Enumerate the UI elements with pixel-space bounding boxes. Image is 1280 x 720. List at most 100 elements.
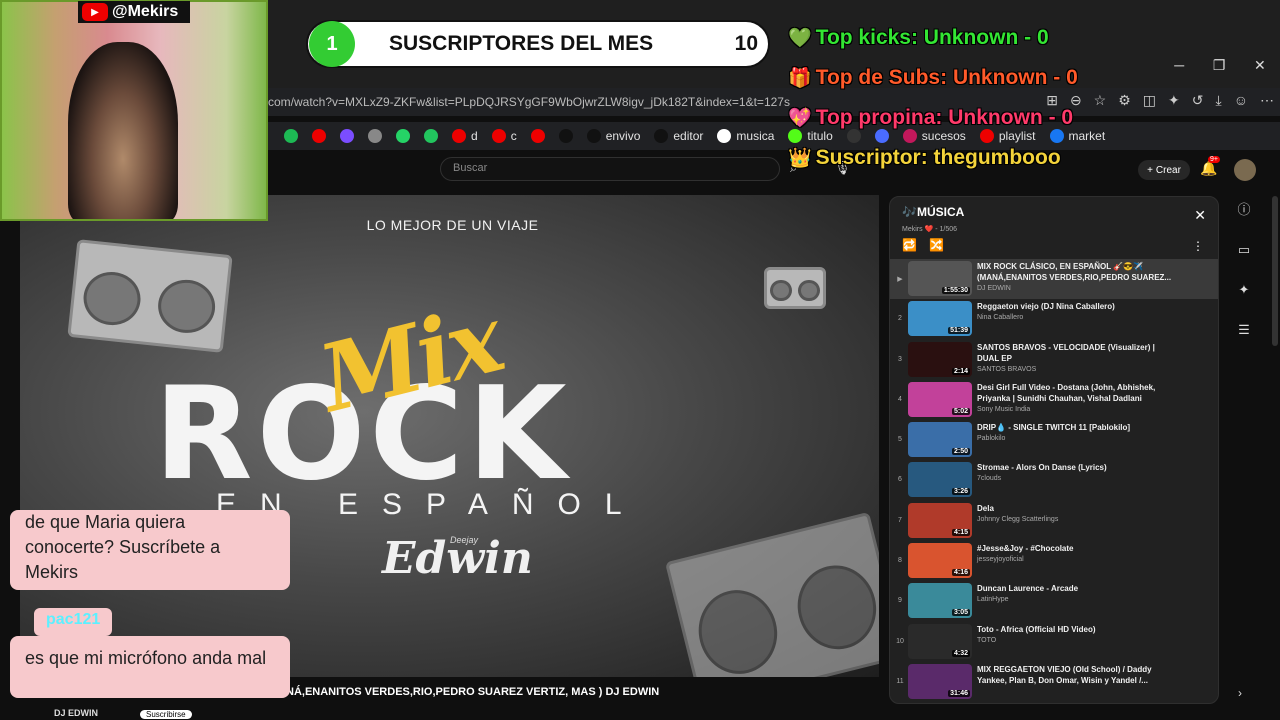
restore-icon[interactable]: ❐ [1213,57,1226,74]
close-icon[interactable]: ✕ [1254,57,1266,74]
playlist-item-title: Duncan Laurence - Arcade [977,584,1079,594]
minimize-icon[interactable]: ─ [1174,57,1184,73]
menu-icon[interactable]: ⋯ [1260,92,1274,109]
more-icon[interactable]: ⋮ [1192,239,1204,253]
bookmark-item[interactable] [558,129,573,143]
playlist-item-channel: 7clouds [977,475,1002,483]
playlist-item[interactable]: 2 51:39 Reggaeton viejo (DJ Nina Caballero… [890,299,1218,339]
bookmark-label: c [510,129,517,143]
chevron-right-icon[interactable]: › [1238,686,1242,700]
playlist-item-index: 5 [898,436,902,444]
playlist-item-duration: 2:50 [951,448,970,456]
playlist-item[interactable]: 4 5:02 Desi Girl Full Video - Dostana (Joh… [890,380,1218,420]
bookmark-item[interactable] [846,129,861,143]
bookmark-label: musica [736,129,775,143]
bookmark-item[interactable]: editor [654,129,703,143]
stat-line: 💚 Top kicks: Unknown - 0 [788,26,1049,50]
bell-icon[interactable]: 🔔 9+ [1200,156,1220,177]
plus-icon: + [1147,164,1153,176]
shuffle-icon[interactable]: 🔀 [929,238,944,252]
playlist-item-duration: 2:14 [951,367,970,375]
playlist-item-channel: Nina Caballero [977,314,1024,322]
playlist-item[interactable]: ▶ 1:55:30 MIX ROCK CLÁSICO, EN ESPAÑOL 🎸😎✈… [890,259,1218,300]
bookmark-item[interactable]: playlist [979,129,1036,143]
playlist-item-index: 8 [898,557,902,565]
chat-username: pac121 [34,608,113,636]
playlist-item[interactable]: 10 4:32 Toto - Africa (Official HD Video) T… [890,622,1218,662]
bookmark-icon [788,129,803,143]
favorites-icon[interactable]: ✦ [1168,92,1180,109]
bookmark-item[interactable] [874,129,889,143]
playlist-item[interactable]: 7 4:15 Dela Johnny Clegg Scatterlings [890,501,1218,541]
playlist-thumbnail: 2:50 [908,422,972,458]
playlist-item-title: SANTOS BRAVOS - VELOCIDADE (Visualizer) … [977,342,1155,363]
loop-icon[interactable]: 🔁 [902,238,917,252]
address-bar[interactable]: com/watch?v=MXLxZ9-ZKFw&list=PLpDQJRSYgG… [268,88,1280,116]
playlist-item[interactable]: 8 4:16 #Jesse&Joy - #Chocolate jesseyjoyofi… [890,541,1218,581]
playlist-thumbnail: 4:32 [908,623,972,659]
scrollbar[interactable] [1272,196,1278,346]
side-rail: ⓘ ▭ ✦ ☰ [1230,196,1260,346]
bookmark-item[interactable]: d [452,129,478,143]
playlist-thumbnail: 4:16 [908,543,972,579]
playlist-item-duration: 4:32 [951,649,970,657]
list-icon[interactable]: ☰ [1236,322,1252,338]
playlist-item[interactable]: 3 2:14 SANTOS BRAVOS - VELOCIDADE (Visuali… [890,340,1218,380]
playlist-item[interactable]: 9 3:05 Duncan Laurence - Arcade LatinHype [890,581,1218,621]
bookmark-item[interactable]: titulo [788,129,833,143]
download-icon[interactable]: ⤓ [1216,92,1222,109]
stat-line: 👑 Suscriptor: thegumbooo [788,146,1061,170]
playlist-subtitle: Mekirs ❤️ - 1/506 [902,226,958,233]
bookmark-item[interactable]: musica [717,129,774,143]
bookmark-icon [979,129,994,143]
channel-name[interactable]: DJ EDWIN [54,708,98,718]
chat-icon[interactable]: ▭ [1236,242,1252,258]
playlist-item-channel: DJ EDWIN [977,285,1011,292]
bookmark-item[interactable] [396,129,410,143]
playlist-item-index: 6 [898,476,902,484]
heart-icon: 💚 [788,28,812,49]
profile-icon[interactable]: ☺ [1234,92,1248,109]
bookmark-item[interactable]: envivo [586,129,640,143]
bookmark-item[interactable] [424,129,438,143]
subs-position: 1 [309,21,355,67]
url-text[interactable]: com/watch?v=MXLxZ9-ZKFw&list=PLpDQJRSYgG… [268,95,790,109]
bookmark-item[interactable] [312,129,326,143]
extension-icon[interactable]: ⚙ [1118,92,1131,109]
history-icon[interactable]: ↺ [1192,92,1204,109]
bookmark-icon [396,129,410,143]
stat-line: 🎁 Top de Subs: Unknown - 0 [788,66,1078,90]
video-player[interactable]: LO MEJOR DE UN VIAJE ROCK Mix EN ESPAÑOL… [20,195,879,677]
star-icon[interactable]: ☆ [1094,92,1107,109]
music-icon: 🎶 [902,205,917,219]
close-icon[interactable]: ✕ [1194,207,1206,224]
gift-icon: 🎁 [788,68,812,89]
bookmark-item[interactable] [340,129,354,143]
bookmark-item[interactable] [368,129,382,143]
bookmark-item[interactable] [284,129,298,143]
bookmark-item[interactable]: c [491,129,517,143]
bookmark-label: editor [673,129,704,143]
playlist-item-channel: Johnny Clegg Scatterlings [977,515,1059,523]
playlist-item[interactable]: 6 3:26 Stromae - Alors On Danse (Lyrics) 7c… [890,460,1218,500]
playlist-item-channel: LatinHype [977,596,1009,604]
playlist-item-channel: Pablokilo [977,435,1006,443]
split-icon[interactable]: ◫ [1143,92,1156,109]
playlist-item[interactable]: 11 31:46 MIX REGGAETON VIEJO (Old School) … [890,662,1218,702]
playlist-item[interactable]: 5 2:50 DRIP💧 - SINGLE TWITCH 11 [Pablokilo… [890,420,1218,460]
avatar[interactable] [1234,159,1256,181]
create-button[interactable]: + Crear [1138,160,1190,180]
info-icon[interactable]: ⓘ [1236,202,1252,218]
playlist-item-duration: 31:46 [948,689,970,697]
playlist-thumbnail: 2:14 [908,341,972,377]
sparkle-icon[interactable]: ✦ [1236,282,1252,298]
playlist-title: 🎶MÚSICA [902,205,1206,219]
subscribe-button[interactable]: Suscribirse [140,710,192,719]
playlist-item-title: DRIP💧 - SINGLE TWITCH 11 [Pablokilo] [977,423,1131,433]
bookmark-item[interactable]: market [1049,129,1105,143]
bookmark-item[interactable]: sucesos [902,129,966,143]
bookmark-item[interactable] [530,129,545,143]
playlist-item-duration: 3:05 [951,609,970,617]
search-input[interactable]: Buscar [440,157,780,181]
bookmark-icon [902,129,917,143]
